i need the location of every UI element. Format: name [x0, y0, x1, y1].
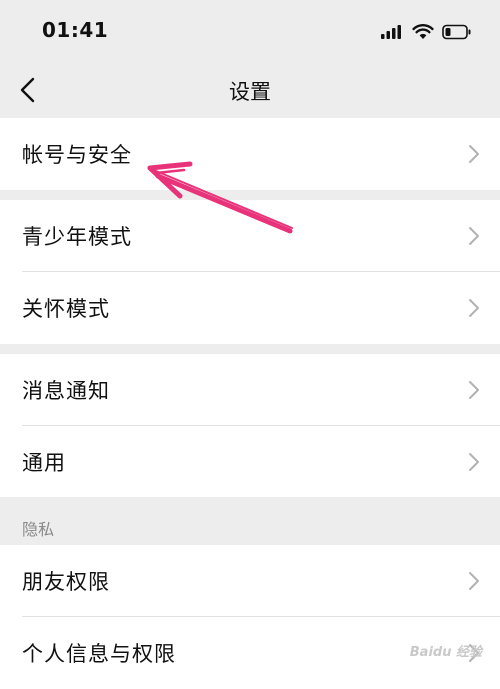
teen-mode-row[interactable]: 青少年模式	[0, 200, 500, 272]
wifi-icon	[412, 24, 434, 39]
privacy-section-header: 隐私	[0, 497, 500, 545]
section-header-label: 隐私	[22, 520, 55, 539]
status-icons	[380, 20, 472, 44]
chevron-right-icon	[469, 453, 479, 471]
chevron-right-icon	[469, 572, 479, 590]
settings-group-account: 帐号与安全	[0, 118, 500, 190]
chevron-right-icon	[469, 381, 479, 399]
cellular-signal-icon	[381, 25, 401, 39]
page-title: 设置	[229, 80, 271, 104]
row-label: 帐号与安全	[22, 143, 132, 167]
status-bar: 01:41	[0, 0, 500, 62]
chevron-right-icon	[469, 299, 479, 317]
battery-icon	[442, 24, 471, 40]
settings-group-general: 消息通知 通用	[0, 354, 500, 498]
chevron-right-icon	[469, 227, 479, 245]
account-security-row[interactable]: 帐号与安全	[0, 118, 500, 190]
settings-group-modes: 青少年模式 关怀模式	[0, 200, 500, 344]
row-label: 通用	[22, 451, 66, 475]
row-label: 青少年模式	[22, 225, 132, 249]
watermark: Baidu 经验	[409, 645, 482, 660]
general-row[interactable]: 通用	[0, 426, 500, 498]
friend-permissions-row[interactable]: 朋友权限	[0, 545, 500, 617]
status-time: 01:41	[42, 18, 109, 42]
chevron-right-icon	[469, 145, 479, 163]
care-mode-row[interactable]: 关怀模式	[0, 272, 500, 344]
notifications-row[interactable]: 消息通知	[0, 354, 500, 426]
nav-bar: 设置	[0, 62, 500, 118]
settings-group-privacy: 朋友权限 个人信息与权限	[0, 545, 500, 689]
row-label: 个人信息与权限	[22, 642, 176, 666]
row-label: 消息通知	[22, 379, 110, 403]
row-label: 朋友权限	[22, 570, 110, 594]
row-label: 关怀模式	[22, 297, 110, 321]
